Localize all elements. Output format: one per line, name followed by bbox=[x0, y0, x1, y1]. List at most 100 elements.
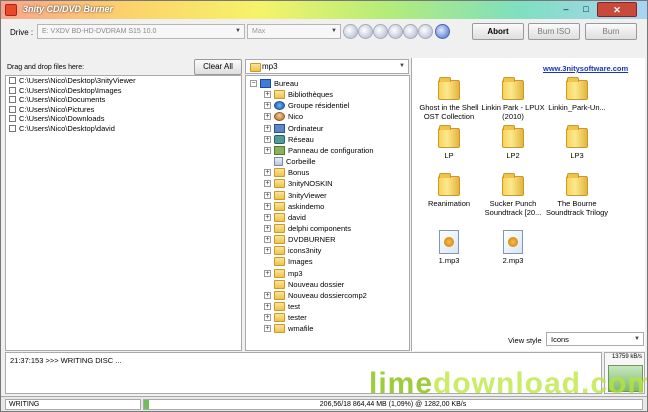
folder-icon bbox=[274, 190, 285, 200]
folder-icon bbox=[438, 173, 460, 196]
burn-button[interactable]: Burn bbox=[585, 23, 637, 40]
folder-item[interactable]: LP3 bbox=[543, 125, 611, 160]
folder-item[interactable]: LP2 bbox=[479, 125, 547, 160]
tree-item[interactable]: + Groupe résidentiel bbox=[264, 100, 349, 111]
expand-icon[interactable]: + bbox=[264, 236, 271, 244]
tree-item[interactable]: + test bbox=[264, 301, 300, 312]
tree-item[interactable]: − Bureau bbox=[250, 78, 298, 89]
folder-icon bbox=[502, 125, 524, 148]
checkbox[interactable] bbox=[9, 86, 16, 94]
file-item[interactable]: 1.mp3 bbox=[415, 230, 483, 265]
tree-item[interactable]: + mp3 bbox=[264, 268, 303, 279]
tree-item[interactable]: + Bonus bbox=[264, 167, 309, 178]
expand-icon[interactable]: + bbox=[264, 146, 271, 154]
maximize-button[interactable]: □ bbox=[577, 2, 595, 17]
checkbox[interactable] bbox=[9, 105, 16, 113]
disc-info-icon[interactable] bbox=[418, 24, 433, 39]
disc-erase-icon[interactable] bbox=[358, 24, 373, 39]
title-bar[interactable]: 3nity CD/DVD Burner – □ ✕ bbox=[1, 1, 647, 19]
tree-item-label: tester bbox=[288, 313, 307, 323]
expand-icon[interactable]: + bbox=[264, 314, 271, 322]
expand-icon[interactable]: + bbox=[264, 91, 271, 99]
tree-item[interactable]: + askindemo bbox=[264, 201, 324, 212]
tree-item[interactable]: + Réseau bbox=[264, 134, 314, 145]
file-list-item[interactable]: C:\Users\Nico\Desktop\3nityViewer bbox=[6, 76, 241, 86]
disc-close-icon[interactable] bbox=[403, 24, 418, 39]
tree-item[interactable]: + Nico bbox=[264, 111, 303, 122]
abort-button[interactable]: Abort bbox=[472, 23, 524, 40]
expand-icon[interactable]: + bbox=[264, 303, 271, 310]
tree-item[interactable]: Nouveau dossier bbox=[264, 279, 344, 290]
file-list-item[interactable]: C:\Users\Nico\Desktop\Images bbox=[6, 86, 241, 96]
expand-icon[interactable]: + bbox=[264, 135, 271, 143]
file-path: C:\Users\Nico\Downloads bbox=[19, 114, 105, 124]
checkbox[interactable] bbox=[9, 115, 16, 123]
tree-item[interactable]: + Nouveau dossiercomp2 bbox=[264, 290, 367, 301]
folder-item[interactable]: The Bourne Soundtrack Trilogy bbox=[543, 173, 611, 217]
tree-item[interactable]: + delphi components bbox=[264, 223, 351, 234]
tree-item[interactable]: + DVDBURNER bbox=[264, 234, 336, 245]
tree-item[interactable]: +3nityViewer bbox=[264, 190, 327, 201]
tree-item[interactable]: Corbeille bbox=[264, 156, 316, 167]
disc-eject-icon[interactable] bbox=[388, 24, 403, 39]
minimize-button[interactable]: – bbox=[557, 2, 575, 17]
tree-item[interactable]: +3nityNOSKIN bbox=[264, 178, 333, 189]
file-list-item[interactable]: C:\Users\Nico\Desktop\david bbox=[6, 124, 241, 134]
expand-icon[interactable]: + bbox=[264, 191, 271, 199]
file-list-item[interactable]: C:\Users\Nico\Downloads bbox=[6, 114, 241, 124]
view-style-select[interactable]: Icons ▼ bbox=[546, 332, 644, 346]
checkbox[interactable] bbox=[9, 124, 16, 132]
expand-icon[interactable]: + bbox=[264, 124, 271, 132]
tree-item[interactable]: + Bibliothèques bbox=[264, 89, 333, 100]
file-list-item[interactable]: C:\Users\Nico\Documents bbox=[6, 95, 241, 105]
burn-iso-button[interactable]: Burn ISO bbox=[528, 23, 580, 40]
expand-icon[interactable]: + bbox=[264, 180, 271, 188]
file-item[interactable]: 2.mp3 bbox=[479, 230, 547, 265]
expand-icon[interactable]: + bbox=[264, 102, 271, 110]
file-list[interactable]: C:\Users\Nico\Desktop\3nityViewer C:\User… bbox=[5, 75, 242, 351]
expand-icon[interactable]: + bbox=[264, 202, 271, 210]
folder-icon bbox=[274, 212, 285, 222]
icon-grid[interactable]: Ghost in the Shell OST Collection Linkin … bbox=[412, 76, 646, 331]
clear-all-button[interactable]: Clear All bbox=[194, 59, 242, 75]
status-text: WRITING bbox=[5, 399, 141, 410]
tree-item[interactable]: + david bbox=[264, 212, 306, 223]
drive-select[interactable]: E: VXDV BD-HD-DVDRAM S15 10.0 ▼ bbox=[37, 24, 245, 39]
folder-item[interactable]: Sucker Punch Soundtrack [20... bbox=[479, 173, 547, 217]
folder-tree[interactable]: − Bureau + Bibliothèques + Groupe résidentiel… bbox=[245, 75, 410, 351]
file-list-item[interactable]: C:\Users\Nico\Pictures bbox=[6, 105, 241, 115]
mp3-file-icon bbox=[439, 230, 459, 254]
disc-copy-icon[interactable] bbox=[373, 24, 388, 39]
expand-icon[interactable]: + bbox=[264, 213, 271, 221]
expand-icon[interactable]: + bbox=[264, 113, 271, 121]
folder-item[interactable]: Linkin Park - LPUX (2010) bbox=[479, 77, 547, 121]
tree-item[interactable]: + wmafile bbox=[264, 323, 313, 334]
expand-icon[interactable]: + bbox=[264, 169, 271, 177]
item-label: Linkin_Park-Un... bbox=[548, 103, 606, 112]
expand-icon[interactable]: + bbox=[264, 291, 271, 299]
folder-item[interactable]: LP bbox=[415, 125, 483, 160]
expand-icon[interactable]: + bbox=[264, 247, 271, 255]
tree-item[interactable]: Images bbox=[264, 256, 313, 267]
path-select[interactable]: mp3 ▼ bbox=[245, 59, 409, 74]
folder-item[interactable]: Linkin_Park-Un... bbox=[543, 77, 611, 112]
tree-item[interactable]: + Panneau de configuration bbox=[264, 145, 374, 156]
checkbox[interactable] bbox=[9, 77, 16, 85]
folder-icon bbox=[274, 179, 285, 189]
tree-item[interactable]: + icons3nity bbox=[264, 245, 321, 256]
tree-item[interactable]: + tester bbox=[264, 312, 307, 323]
checkbox[interactable] bbox=[9, 96, 16, 104]
expand-icon[interactable]: + bbox=[264, 269, 271, 277]
expand-icon[interactable]: + bbox=[264, 224, 271, 232]
folder-item[interactable]: Ghost in the Shell OST Collection bbox=[415, 77, 483, 121]
info-icon[interactable] bbox=[435, 24, 450, 39]
progress-text: 206,56/18 864,44 MB (1,09%) @ 1282,00 KB… bbox=[319, 401, 467, 408]
expand-icon[interactable]: + bbox=[264, 325, 271, 333]
speed-select[interactable]: Max ▼ bbox=[247, 24, 341, 39]
collapse-icon[interactable]: − bbox=[250, 80, 257, 87]
tree-item[interactable]: + Ordinateur bbox=[264, 123, 323, 134]
disc-icon[interactable] bbox=[343, 24, 358, 39]
folder-item[interactable]: Reanimation bbox=[415, 173, 483, 208]
website-link[interactable]: www.3nitysoftware.com bbox=[543, 64, 628, 73]
close-button[interactable]: ✕ bbox=[597, 2, 637, 17]
